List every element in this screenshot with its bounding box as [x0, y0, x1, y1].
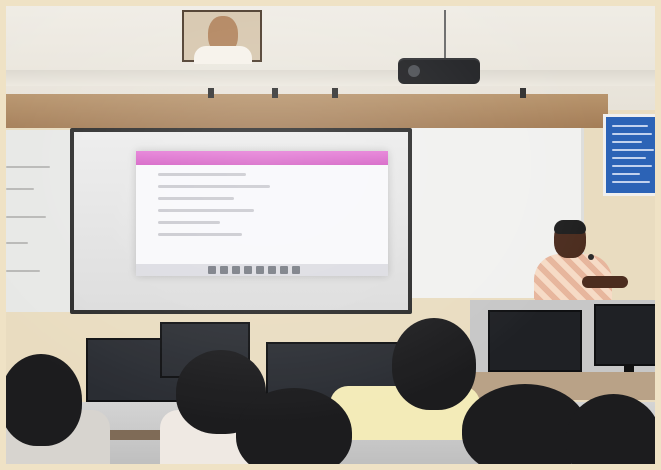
notice-line [612, 173, 640, 175]
projector-lens [408, 65, 420, 77]
taskbar-icon [280, 266, 288, 274]
taskbar-icon [256, 266, 264, 274]
board-writing [6, 188, 34, 190]
board-writing [6, 166, 50, 168]
instructor-arm [582, 276, 628, 288]
lapel-mic [588, 254, 594, 260]
notice-line [612, 157, 646, 159]
projector-cable [444, 10, 446, 65]
beam-hook [272, 88, 278, 98]
wooden-beam [0, 94, 608, 128]
beam-hook [208, 88, 214, 98]
beam-hook [520, 88, 526, 98]
classroom-scene [0, 0, 661, 470]
projected-window [136, 151, 388, 276]
projected-text-line [158, 173, 246, 176]
notice-line [612, 141, 642, 143]
student-head [236, 388, 352, 470]
portrait-shirt [194, 46, 252, 64]
board-writing [6, 242, 28, 244]
projected-text-line [158, 233, 242, 236]
notice-line [612, 133, 652, 135]
wall-stripe [0, 70, 661, 86]
taskbar-icon [208, 266, 216, 274]
projected-text-line [158, 185, 270, 188]
board-writing [6, 270, 40, 272]
projected-text-line [158, 221, 220, 224]
beam-hook [332, 88, 338, 98]
taskbar-icon [220, 266, 228, 274]
board-writing [6, 216, 46, 218]
projected-text-line [158, 209, 254, 212]
notice-line [612, 165, 652, 167]
portrait-frame [182, 10, 262, 64]
notice-line [612, 125, 648, 127]
notice-line [612, 149, 654, 151]
taskbar-icon [268, 266, 276, 274]
projected-taskbar [136, 264, 388, 276]
ceiling-projector [398, 58, 480, 84]
projected-text-line [158, 197, 234, 200]
notice-board [603, 114, 661, 196]
student-head [0, 354, 82, 446]
whiteboard-left [0, 130, 79, 312]
taskbar-icon [244, 266, 252, 274]
taskbar-icon [292, 266, 300, 274]
projected-content [136, 165, 388, 264]
notice-line [612, 181, 650, 183]
monitor [488, 310, 582, 380]
projected-titlebar [136, 151, 388, 165]
instructor-hair [554, 220, 586, 234]
monitor [594, 304, 661, 374]
taskbar-icon [232, 266, 240, 274]
student-head [392, 318, 476, 410]
